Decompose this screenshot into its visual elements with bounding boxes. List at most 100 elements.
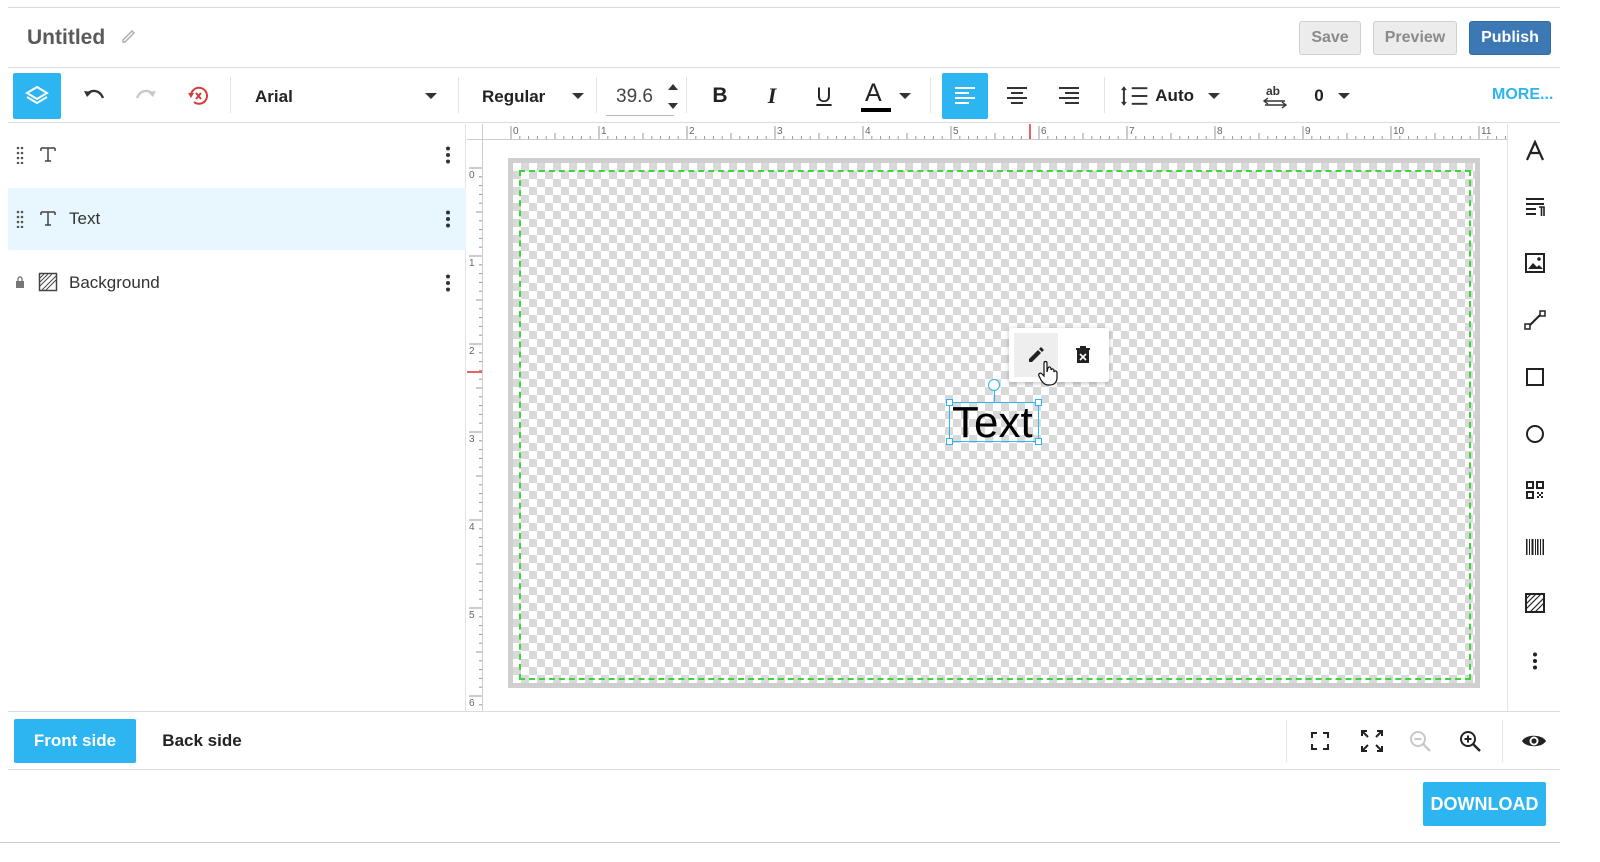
letter-spacing-icon: ab [1262,84,1288,109]
kebab-menu-icon[interactable] [444,146,452,164]
line-height-dropdown[interactable]: Auto [1120,73,1220,119]
layer-item[interactable] [8,124,466,186]
kebab-menu-icon[interactable] [444,274,452,292]
preview-toggle-button[interactable] [1518,725,1550,757]
save-button[interactable]: Save [1299,21,1361,55]
chevron-down-icon [572,93,584,99]
ellipse-tool-button[interactable] [1520,419,1550,449]
horizontal-ruler: 0 1 2 3 4 5 6 7 8 9 10 11 [483,124,1507,140]
ruler-label: 6 [1041,126,1047,137]
align-right-button[interactable] [1046,73,1092,119]
zoom-out-icon [1410,731,1431,752]
text-tool-button[interactable] [1520,136,1550,166]
resize-handle[interactable] [946,438,953,445]
layer-item[interactable]: Text [8,188,466,250]
background-icon [38,272,58,292]
font-style-value: Regular [482,87,546,106]
image-tool-button[interactable] [1520,248,1550,278]
letter-spacing-dropdown[interactable]: 0 [1308,73,1356,119]
resize-handle[interactable] [1035,438,1042,445]
background-tool-button[interactable] [1520,588,1550,618]
more-tools-button[interactable] [1520,646,1550,676]
fit-to-screen-button[interactable] [1304,725,1336,757]
separator [930,77,931,113]
publish-button[interactable]: Publish [1469,21,1551,55]
italic-icon: I [767,83,777,108]
ruler-label: 4 [469,522,475,533]
italic-button[interactable]: I [750,73,794,119]
font-family-dropdown[interactable]: Arial [241,73,441,119]
header: Untitled Save Preview Publish [8,8,1560,68]
resize-handle[interactable] [946,399,953,406]
paragraph-tool-icon [1526,198,1545,216]
decrement-icon[interactable] [668,103,678,109]
letter-spacing-value: 0 [1314,86,1324,105]
separator [1104,77,1105,113]
text-color-button[interactable]: A [856,73,916,119]
separator [230,77,231,113]
redo-button[interactable] [126,73,166,119]
layer-item[interactable]: Background [8,252,466,314]
paragraph-tool-button[interactable] [1520,192,1550,222]
front-side-tab[interactable]: Front side [14,719,136,763]
drag-handle-icon[interactable] [16,210,24,228]
rectangle-tool-button[interactable] [1520,362,1550,392]
rectangle-tool-icon [1526,368,1544,386]
drag-handle-icon[interactable] [16,146,24,164]
chevron-down-icon [899,93,911,99]
separator [458,77,459,113]
redo-icon [135,89,156,99]
ruler-label: 4 [865,126,871,137]
underline-button[interactable]: U [802,73,846,119]
ruler-label: 0 [513,126,519,137]
more-button[interactable]: MORE... [1492,86,1553,104]
align-left-button[interactable] [942,73,988,119]
reset-button[interactable] [178,73,218,119]
zoom-out-button[interactable] [1404,725,1436,757]
ruler-label: 7 [1129,126,1135,137]
hand-cursor-icon [1038,360,1058,386]
align-right-icon [1059,87,1079,104]
layer-name: Text [69,209,101,228]
layers-panel: Text Background [8,124,466,711]
ruler-label: 2 [689,126,695,137]
letter-spacing-button[interactable]: ab [1258,73,1292,119]
separator [596,77,597,113]
ellipse-tool-icon [1526,425,1544,443]
chevron-down-icon [1337,93,1350,99]
resize-handle[interactable] [1035,399,1042,406]
undo-button[interactable] [74,73,114,119]
tools-sidebar [1507,124,1560,711]
align-center-button[interactable] [994,73,1040,119]
rotate-handle[interactable] [988,379,1000,391]
text-object-content: Text [952,398,1033,447]
trash-icon [1076,346,1090,363]
toolbar: Arial Regular 39.6 B I U A Auto ab 0 MOR… [8,69,1560,123]
document-title[interactable]: Untitled [27,26,105,50]
layers-button[interactable] [13,73,61,119]
delete-button[interactable] [1063,333,1103,377]
download-button[interactable]: DOWNLOAD [1423,782,1546,826]
kebab-menu-icon[interactable] [444,210,452,228]
qr-code-tool-button[interactable] [1520,475,1550,505]
text-icon [40,147,56,162]
zoom-in-button[interactable] [1454,725,1486,757]
back-side-tab[interactable]: Back side [148,719,256,763]
line-height-value: Auto [1155,86,1194,105]
pencil-icon[interactable] [120,27,138,45]
font-style-dropdown[interactable]: Regular [468,73,588,119]
preview-button[interactable]: Preview [1373,21,1457,55]
qr-code-tool-icon [1526,481,1544,499]
barcode-tool-button[interactable] [1520,532,1550,562]
ruler-label: 5 [953,126,959,137]
text-object[interactable]: Text [949,398,1039,447]
bold-button[interactable]: B [698,73,742,119]
lock-icon[interactable] [15,276,25,288]
fullscreen-button[interactable] [1356,725,1388,757]
layers-icon [25,85,49,105]
ruler-label: 1 [469,258,475,269]
font-size-stepper[interactable]: 39.6 [606,73,688,119]
increment-icon[interactable] [668,84,678,90]
canvas-area[interactable]: 0 1 2 3 4 5 6 7 8 9 10 11 0 1 2 3 4 5 6 Text [467,124,1507,711]
line-tool-button[interactable] [1520,305,1550,335]
